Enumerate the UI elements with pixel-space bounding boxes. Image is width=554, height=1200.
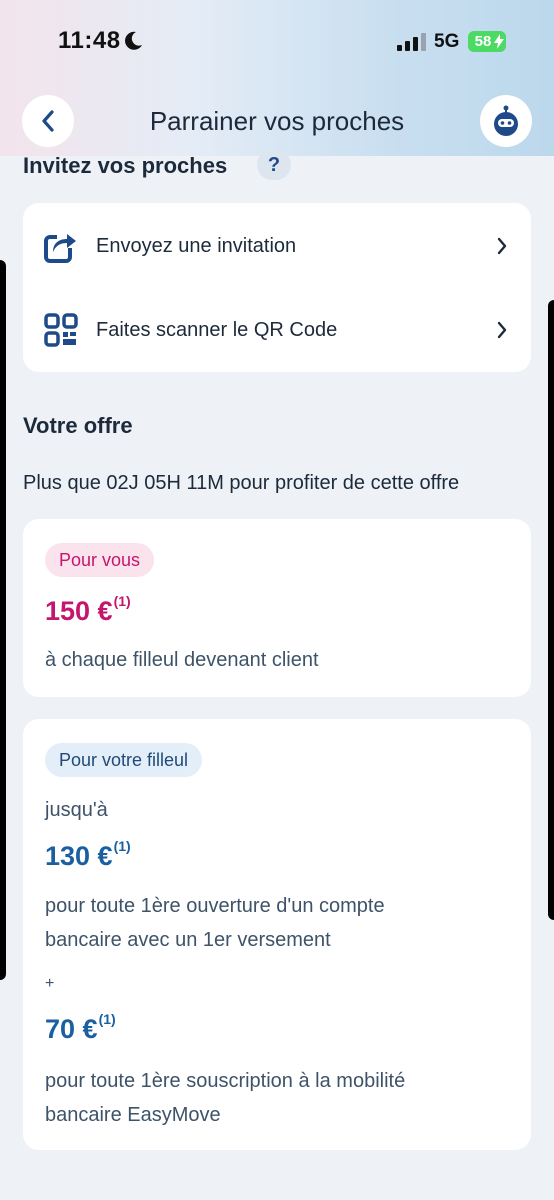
for-you-badge: Pour vous bbox=[45, 543, 155, 577]
battery-indicator: 58 bbox=[468, 31, 506, 52]
nav-bar: Parrainer vos proches bbox=[0, 95, 554, 147]
amount-value: 130 € bbox=[45, 841, 113, 871]
referee-easymove-desc-line1: pour toute 1ère souscription à la mobili… bbox=[45, 1070, 406, 1092]
status-bar: 11:48 5G 58 bbox=[0, 0, 554, 84]
send-invitation-row[interactable]: Envoyez une invitation bbox=[23, 204, 531, 288]
signal-icon bbox=[397, 33, 426, 51]
page-title: Parrainer vos proches bbox=[149, 106, 405, 136]
device-edge-left bbox=[0, 260, 6, 980]
qr-code-icon bbox=[44, 313, 78, 347]
reward-you-description: à chaque filleul devenant client bbox=[45, 649, 319, 671]
status-time: 11:48 bbox=[58, 27, 121, 54]
device-edge-right bbox=[548, 300, 554, 920]
for-referee-badge: Pour votre filleul bbox=[45, 743, 203, 777]
scan-qr-row[interactable]: Faites scanner le QR Code bbox=[23, 288, 531, 372]
amount-value: 70 € bbox=[45, 1014, 98, 1044]
chevron-right-icon bbox=[497, 237, 507, 255]
help-button[interactable]: ? bbox=[257, 150, 291, 180]
header: 11:48 5G 58 Parrainer vos proches bbox=[0, 0, 554, 156]
footnote-marker: (1) bbox=[98, 1011, 116, 1027]
amount-value: 150 € bbox=[45, 596, 113, 626]
referee-account-desc-line2: bancaire avec un 1er versement bbox=[45, 929, 331, 951]
charging-bolt-icon bbox=[494, 34, 504, 49]
scan-qr-label: Faites scanner le QR Code bbox=[96, 318, 338, 341]
invite-heading: Invitez vos proches bbox=[23, 153, 228, 178]
referee-intro: jusqu'à bbox=[45, 799, 108, 821]
referee-easymove-desc-line2: bancaire EasyMove bbox=[45, 1104, 221, 1126]
chevron-right-icon bbox=[497, 321, 507, 339]
network-type: 5G bbox=[434, 31, 460, 52]
plus-sign: + bbox=[45, 975, 55, 992]
referee-amount-easymove: 70 €(1) bbox=[45, 1011, 116, 1045]
reward-you-card: Pour vous 150 €(1) à chaque filleul deve… bbox=[23, 519, 531, 697]
footnote-marker: (1) bbox=[113, 593, 131, 609]
referee-amount-account: 130 €(1) bbox=[45, 838, 131, 872]
send-invitation-label: Envoyez une invitation bbox=[96, 234, 297, 257]
battery-level: 58 bbox=[474, 33, 492, 50]
reward-you-amount: 150 €(1) bbox=[45, 593, 131, 627]
assistant-button[interactable] bbox=[480, 95, 532, 147]
referee-account-desc-line1: pour toute 1ère ouverture d'un compte bbox=[45, 895, 385, 917]
share-icon bbox=[44, 232, 76, 263]
moon-icon bbox=[125, 31, 142, 50]
offer-heading: Votre offre bbox=[23, 413, 133, 438]
reward-referee-card: Pour votre filleul jusqu'à 130 €(1) pour… bbox=[23, 719, 531, 1150]
footnote-marker: (1) bbox=[113, 838, 131, 854]
offer-countdown: Plus que 02J 05H 11M pour profiter de ce… bbox=[23, 472, 460, 494]
invite-actions-card: Envoyez une invitation Faites scanner le… bbox=[23, 203, 531, 372]
robot-icon bbox=[494, 105, 518, 136]
